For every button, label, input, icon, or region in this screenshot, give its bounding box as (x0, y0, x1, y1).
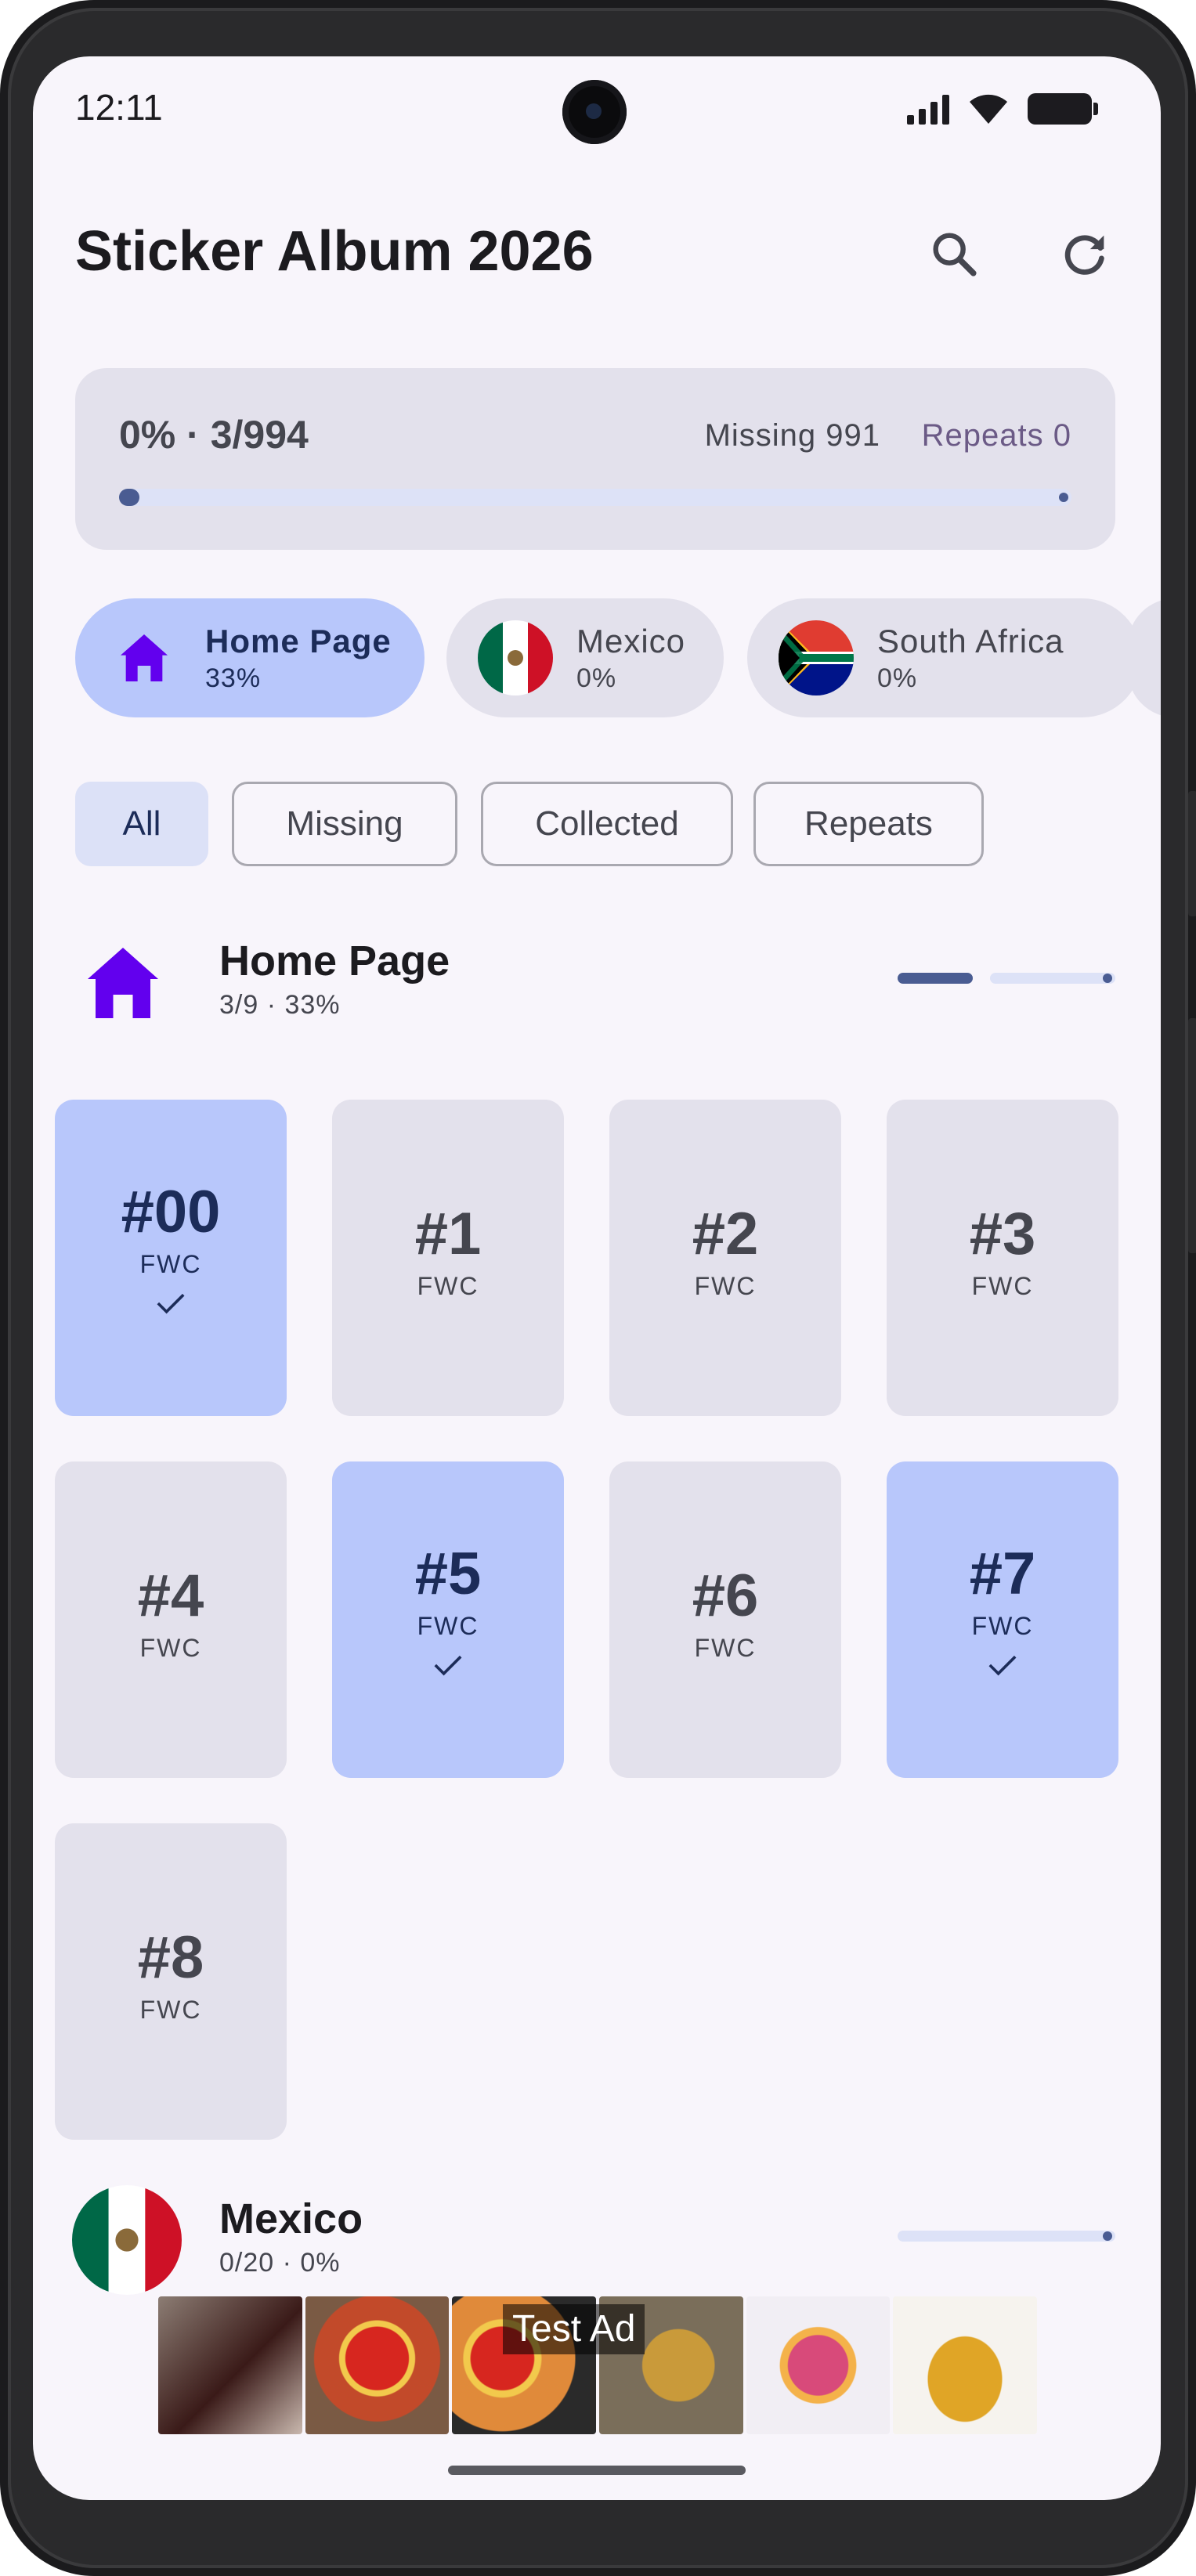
front-camera (562, 80, 627, 144)
category-chip-south-africa[interactable]: South Africa 0% (747, 598, 1142, 717)
sticker-number: #4 (137, 1563, 204, 1629)
sticker-number: #2 (692, 1201, 759, 1267)
category-chip-next[interactable] (1128, 598, 1161, 717)
mexico-flag-icon (478, 620, 553, 695)
progress-end-dot (1103, 974, 1112, 983)
ad-image (158, 2296, 302, 2434)
sticker-number: #00 (121, 1179, 221, 1245)
ad-label: Test Ad (503, 2304, 645, 2354)
category-chip-pct: 0% (576, 663, 617, 693)
device-frame: 12:11 Sticker Album 2026 0% · 3/994 Miss… (0, 0, 1196, 2576)
sticker-code: FWC (971, 1612, 1034, 1640)
battery-icon (1028, 93, 1098, 125)
sticker-card[interactable]: #00 FWC (55, 1100, 287, 1416)
status-time: 12:11 (75, 87, 163, 128)
sticker-code: FWC (971, 1272, 1034, 1300)
sticker-number: #3 (969, 1201, 1036, 1267)
sticker-number: #5 (414, 1541, 482, 1607)
app-title: Sticker Album 2026 (75, 220, 594, 283)
sticker-code: FWC (139, 1634, 202, 1662)
ad-image (305, 2296, 450, 2434)
search-icon[interactable] (923, 222, 985, 285)
sticker-card[interactable]: #3 FWC (887, 1100, 1118, 1416)
volume-button (1188, 791, 1196, 916)
filter-chip-repeats[interactable]: Repeats (753, 782, 984, 866)
home-icon (107, 620, 182, 695)
section-progress-remaining-home-page (990, 973, 1115, 984)
category-chip-name: Home Page (205, 622, 392, 659)
ad-image (746, 2296, 891, 2434)
sticker-code: FWC (694, 1634, 757, 1662)
section-progress-fill-home-page (898, 973, 973, 984)
sticker-number: #6 (692, 1563, 759, 1629)
section-title-home-page: Home Page (219, 938, 450, 985)
progress-end-dot (1103, 2231, 1112, 2241)
sticker-card[interactable]: #8 FWC (55, 1823, 287, 2140)
sticker-card[interactable]: #1 FWC (332, 1100, 564, 1416)
south-africa-flag-icon (779, 620, 854, 695)
sticker-code: FWC (417, 1612, 479, 1640)
overall-progress-fill (119, 489, 139, 506)
sticker-number: #1 (414, 1201, 482, 1267)
section-subtitle-mexico: 0/20 · 0% (219, 2248, 341, 2278)
sticker-code: FWC (417, 1272, 479, 1300)
category-chip-home-page[interactable]: Home Page 33% (75, 598, 425, 717)
sticker-card[interactable]: #5 FWC (332, 1461, 564, 1778)
ad-image (893, 2296, 1038, 2434)
section-progress-bar-mexico (898, 2231, 1115, 2242)
sticker-card[interactable]: #6 FWC (609, 1461, 841, 1778)
overall-progress-card: 0% · 3/994 Missing 991 Repeats 0 (75, 368, 1115, 550)
progress-end-dot (1059, 493, 1068, 502)
power-button (1188, 1018, 1196, 1253)
section-progress-bar-home-page (898, 973, 1115, 984)
check-icon (887, 1651, 1118, 1683)
section-title-mexico: Mexico (219, 2195, 363, 2242)
check-icon (332, 1651, 564, 1683)
category-chip-pct: 0% (877, 663, 918, 693)
repeats-count: Repeats 0 (921, 418, 1071, 453)
sticker-card[interactable]: #4 FWC (55, 1461, 287, 1778)
refresh-icon[interactable] (1054, 222, 1117, 285)
check-icon (55, 1289, 287, 1321)
category-chip-pct: 33% (205, 663, 262, 693)
overall-progress-bar (119, 489, 1071, 506)
filter-chip-missing[interactable]: Missing (232, 782, 457, 866)
sticker-code: FWC (139, 1996, 202, 2024)
sticker-number: #7 (969, 1541, 1036, 1607)
section-subtitle-home-page: 3/9 · 33% (219, 990, 341, 1020)
category-chip-mexico[interactable]: Mexico 0% (446, 598, 724, 717)
category-chip-name: South Africa (877, 622, 1064, 659)
sticker-code: FWC (694, 1272, 757, 1300)
gesture-home-bar[interactable] (448, 2466, 746, 2475)
mexico-flag-icon (72, 2185, 182, 2295)
home-icon (72, 932, 174, 1034)
filter-chip-all[interactable]: All (75, 782, 208, 866)
wifi-icon (970, 94, 1007, 124)
missing-count: Missing 991 (704, 418, 880, 453)
app-screen: 12:11 Sticker Album 2026 0% · 3/994 Miss… (33, 56, 1161, 2500)
progress-summary: 0% · 3/994 (119, 413, 309, 457)
filter-chip-collected[interactable]: Collected (481, 782, 733, 866)
sticker-card[interactable]: #7 FWC (887, 1461, 1118, 1778)
sticker-number: #8 (137, 1924, 204, 1991)
status-icons (907, 92, 1098, 125)
sticker-code: FWC (139, 1250, 202, 1278)
sticker-card[interactable]: #2 FWC (609, 1100, 841, 1416)
category-chip-name: Mexico (576, 622, 686, 659)
signal-icon (907, 93, 949, 125)
